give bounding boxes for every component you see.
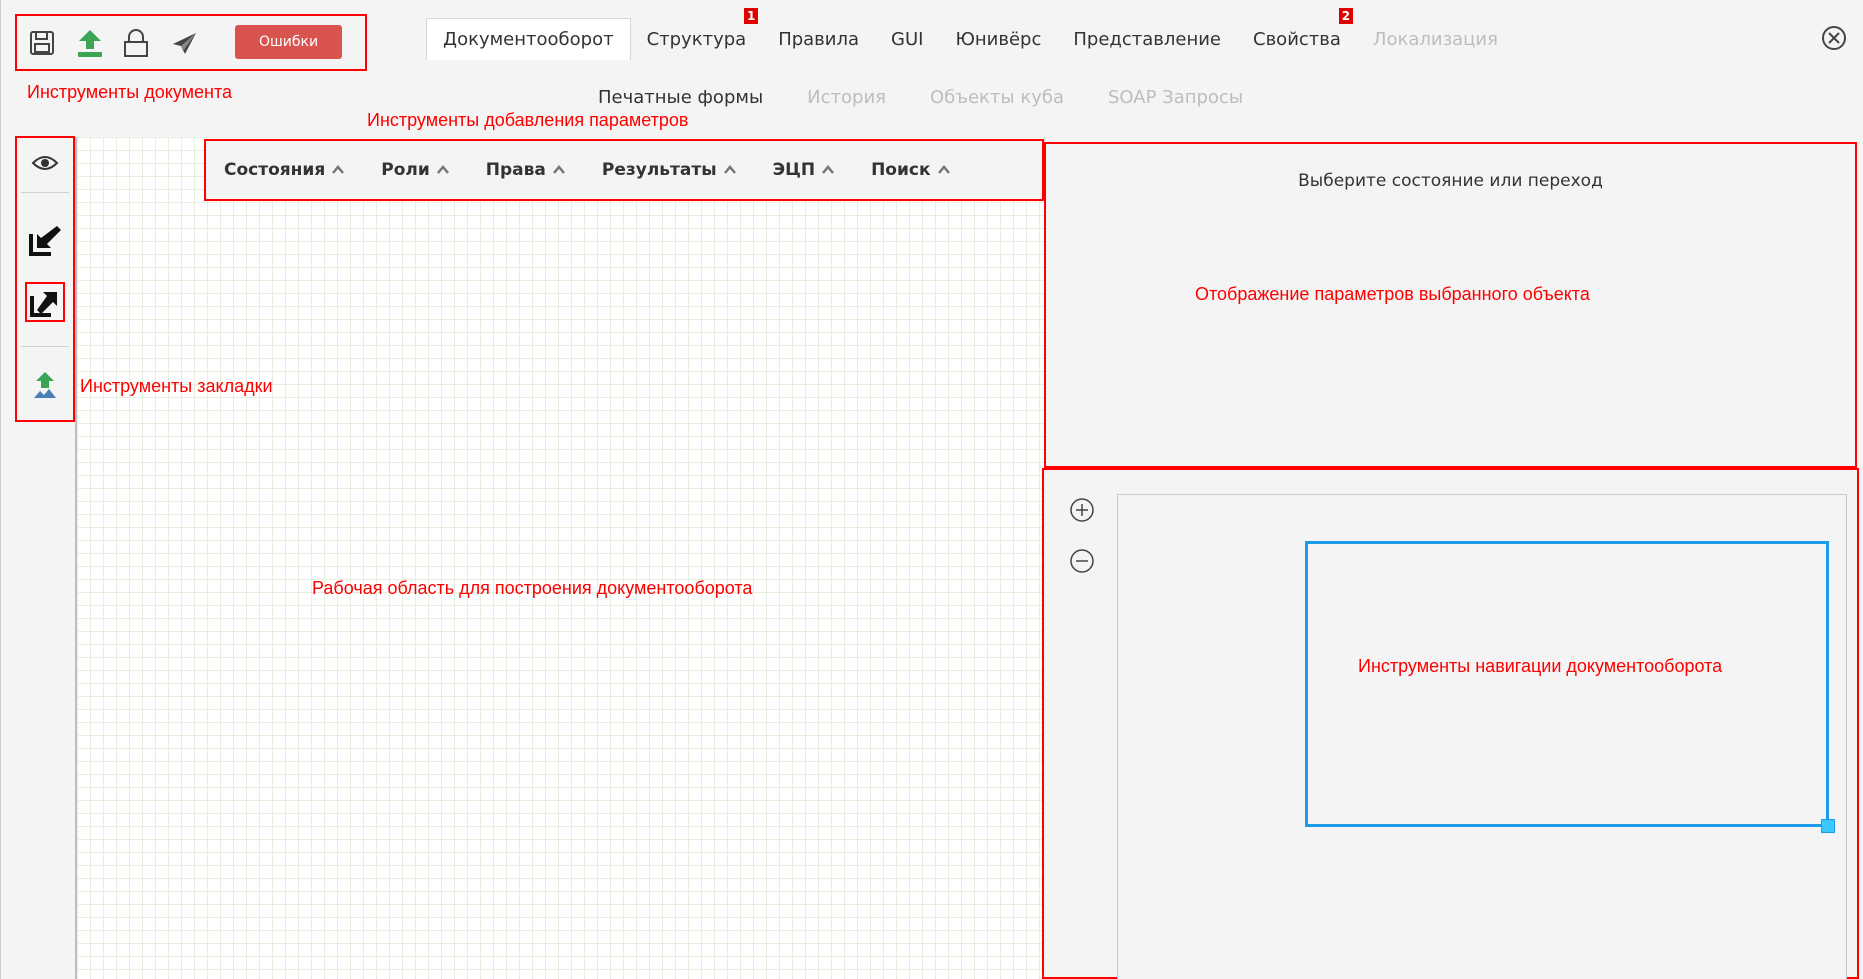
annotation-tab-tools: Инструменты закладки [80,376,273,396]
tab-gui[interactable]: GUI [875,18,939,60]
navigation-panel: Инструменты навигации документооборота [1042,468,1859,979]
parameter-roles[interactable]: Роли [363,160,468,180]
errors-button[interactable]: Ошибки [235,25,342,59]
tab-print-forms[interactable]: Печатные формы [576,87,785,108]
parameter-label: Состояния [224,160,326,180]
parameter-search[interactable]: Поиск [853,160,968,180]
tab-structure[interactable]: Структура 1 [631,8,763,60]
save-icon[interactable] [25,26,59,60]
workflow-canvas[interactable] [77,137,1044,979]
tab-cube-objects: Объекты куба [929,87,1064,108]
tab-label: Локализация [1372,28,1498,50]
close-icon[interactable] [1820,24,1848,52]
upload-image-icon[interactable] [17,368,73,402]
import-icon[interactable] [17,220,73,260]
tab-soap-requests: SOAP Запросы [1107,87,1244,108]
document-tools-group: Ошибки [15,14,367,71]
tab-properties[interactable]: Свойства 2 [1237,8,1357,60]
annotation-parameter-tools: Инструменты добавления параметров [367,110,689,130]
parameter-signature[interactable]: ЭЦП [755,160,853,180]
chevron-up-icon [332,165,345,174]
annotation-document-tools: Инструменты документа [27,82,233,102]
chevron-up-icon [937,165,950,174]
toolbar-separator [21,192,69,193]
zoom-in-icon[interactable] [1068,496,1096,524]
parameter-label: ЭЦП [772,160,816,180]
parameter-states[interactable]: Состояния [206,160,363,180]
error-count-badge: 2 [1338,8,1353,24]
tab-rules[interactable]: Правила [762,18,875,60]
secondary-tabs: Печатные формы История Объекты куба SOAP… [576,87,1265,108]
lock-icon[interactable] [119,26,153,60]
parameter-label: Роли [381,160,430,180]
viewport-resize-handle[interactable] [1821,819,1835,833]
export-icon[interactable] [17,280,73,324]
tab-label: Документооборот [443,29,614,50]
tab-label: GUI [891,28,924,50]
main-tabs: Документооборот Структура 1 Правила GUI Ю… [426,8,1514,60]
zoom-out-icon[interactable] [1068,547,1096,575]
annotation-workspace: Рабочая область для построения документо… [312,578,753,598]
tab-label: Свойства [1253,28,1341,50]
parameter-results[interactable]: Результаты [584,160,755,180]
upload-icon[interactable] [73,26,107,60]
parameter-label: Права [485,160,546,180]
tab-view[interactable]: Представление [1057,18,1237,60]
workflow-editor: Ошибки Документооборот Структура 1 Правил… [0,0,1863,979]
tab-label: Представление [1073,28,1221,50]
chevron-up-icon [822,165,835,174]
parameter-label: Поиск [871,160,931,180]
chevron-up-icon [723,165,736,174]
top-bar: Ошибки Документооборот Структура 1 Правил… [1,0,1863,78]
tab-universe[interactable]: Юнивёрс [939,18,1057,60]
tab-tools-group [15,136,75,422]
chevron-up-icon [436,165,449,174]
tab-workflow[interactable]: Документооборот [426,18,631,60]
tab-label: Юнивёрс [955,28,1042,50]
minimap[interactable] [1117,494,1847,979]
selection-hint: Выберите состояние или переход [1298,171,1603,191]
minimap-viewport[interactable] [1305,541,1829,827]
toolbar-separator [21,346,69,347]
parameter-bar: Состояния Роли Права Результаты ЭЦП Поис… [204,139,1044,201]
parameter-rights[interactable]: Права [468,160,584,180]
annotation-params-view: Отображение параметров выбранного объект… [1195,284,1590,304]
eye-icon[interactable] [17,148,73,178]
chevron-up-icon [552,165,565,174]
tab-history: История [807,87,886,108]
tab-localization: Локализация [1357,18,1514,60]
tab-label: Правила [778,28,860,50]
canvas-divider [75,137,77,979]
send-icon[interactable] [167,26,201,60]
parameter-label: Результаты [601,160,717,180]
tab-label: Структура [646,28,747,50]
properties-panel: Выберите состояние или переход Отображен… [1044,142,1857,468]
annotation-navigation-tools: Инструменты навигации документооборота [1358,656,1723,676]
error-count-badge: 1 [744,8,759,24]
